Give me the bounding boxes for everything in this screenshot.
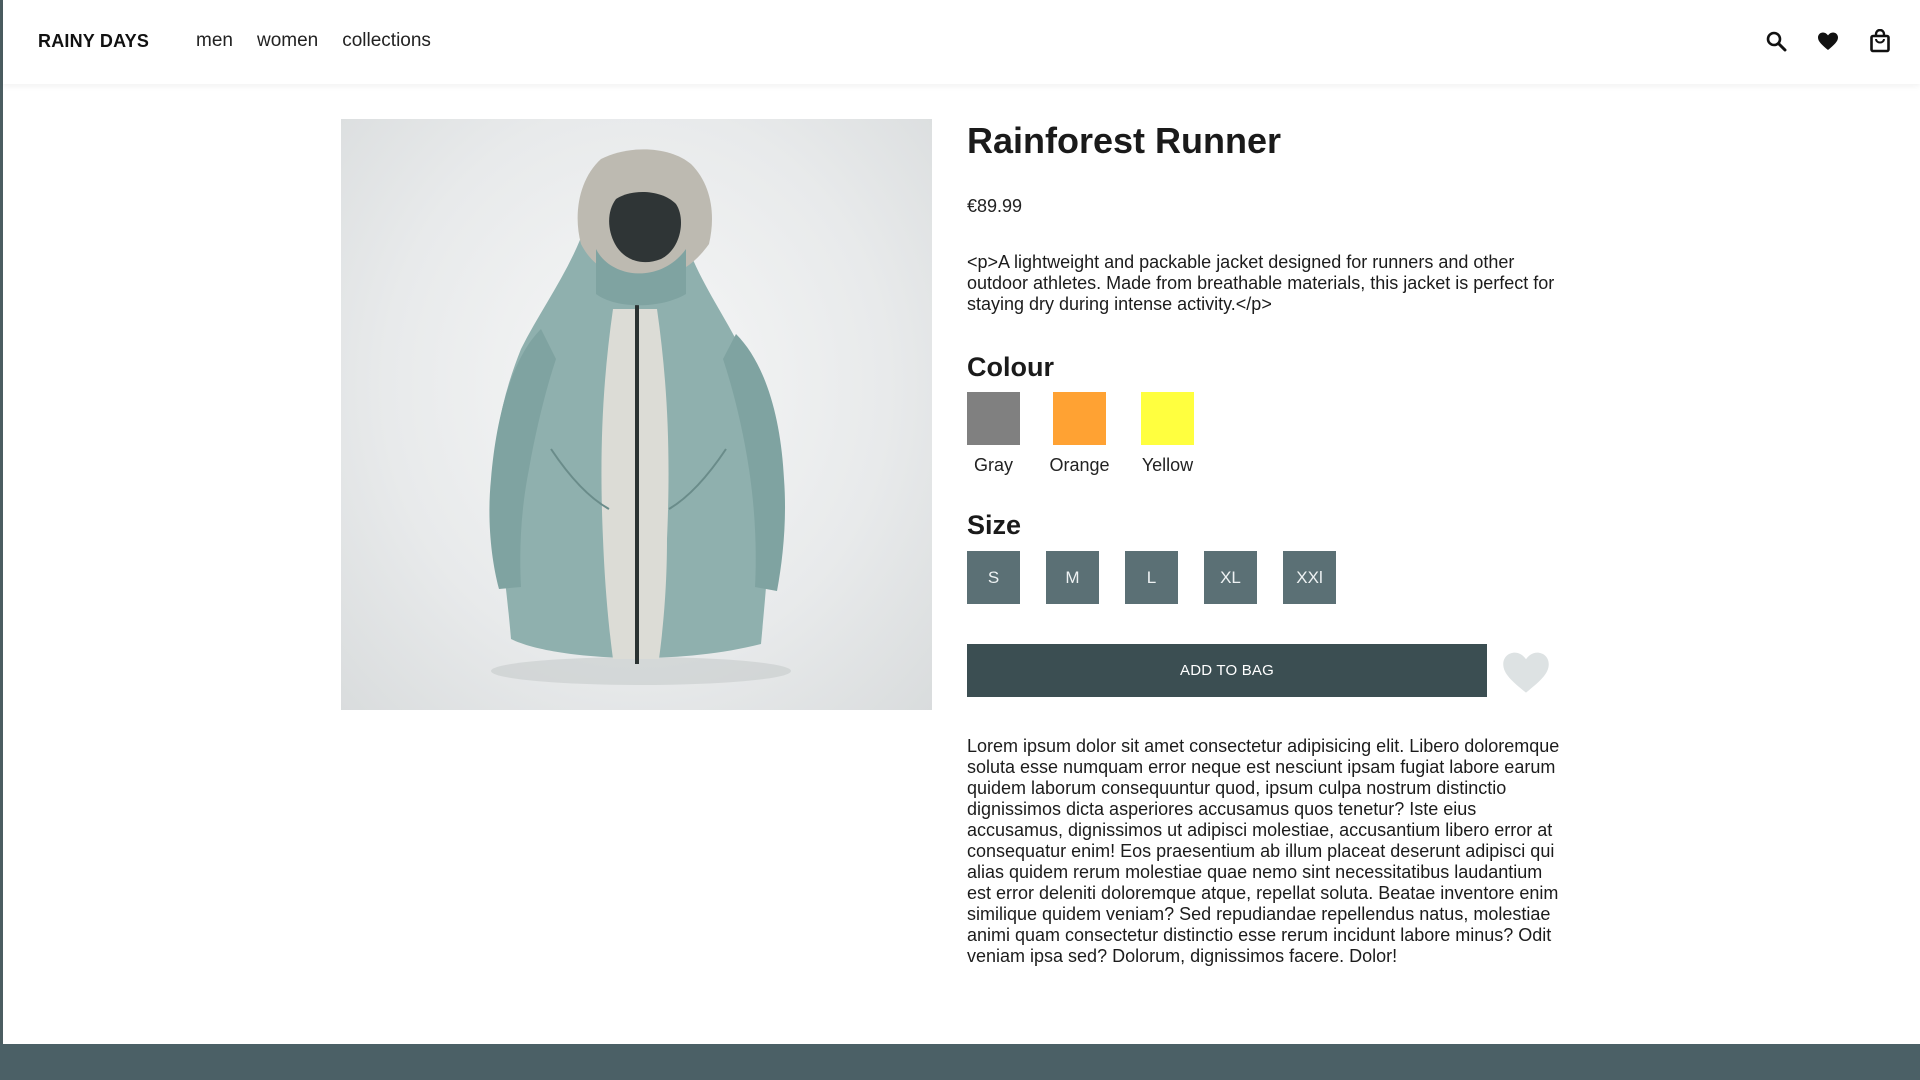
colour-swatches: Gray Orange Yellow xyxy=(967,392,1194,476)
product-title: Rainforest Runner xyxy=(967,120,1282,161)
size-button-s[interactable]: S xyxy=(967,551,1020,604)
colour-name: Orange xyxy=(1049,455,1110,475)
nav-link-collections[interactable]: collections xyxy=(342,30,431,52)
size-heading: Size xyxy=(967,510,1022,540)
main-nav: men women collections xyxy=(196,30,431,52)
shopping-bag-icon[interactable] xyxy=(1866,27,1894,55)
add-to-bag-button[interactable]: ADD TO BAG xyxy=(967,644,1487,697)
colour-chip[interactable] xyxy=(967,392,1020,445)
colour-chip[interactable] xyxy=(1053,392,1106,445)
header-icons xyxy=(1762,27,1894,55)
colour-option-orange[interactable]: Orange xyxy=(1049,392,1110,476)
size-button-m[interactable]: M xyxy=(1046,551,1099,604)
colour-option-yellow[interactable]: Yellow xyxy=(1141,392,1194,476)
colour-name: Yellow xyxy=(1141,455,1194,475)
nav-link-women[interactable]: women xyxy=(257,30,318,52)
heart-outline-icon xyxy=(1503,652,1549,693)
product-long-description: Lorem ipsum dolor sit amet consectetur a… xyxy=(967,736,1560,966)
nav-link-men[interactable]: men xyxy=(196,30,233,52)
size-button-xl[interactable]: XL xyxy=(1204,551,1257,604)
colour-heading: Colour xyxy=(967,352,1054,382)
site-footer xyxy=(0,1044,1920,1080)
size-options: S M L XL XXl xyxy=(967,551,1336,604)
product-details: Rainforest Runner €89.99 <p>A lightweigh… xyxy=(967,118,1567,966)
wishlist-button[interactable] xyxy=(1499,644,1553,698)
product-description: <p>A lightweight and packable jacket des… xyxy=(967,252,1555,314)
brand-logo[interactable]: RAINY DAYS xyxy=(38,31,149,52)
size-button-xxl[interactable]: XXl xyxy=(1283,551,1336,604)
site-header: RAINY DAYS men women collections xyxy=(3,0,1920,84)
colour-name: Gray xyxy=(973,455,1013,475)
colour-chip[interactable] xyxy=(1141,392,1194,445)
window-edge xyxy=(0,0,3,1080)
search-icon[interactable] xyxy=(1762,27,1790,55)
size-button-l[interactable]: L xyxy=(1125,551,1178,604)
jacket-illustration xyxy=(489,149,791,685)
product-image xyxy=(341,119,932,710)
product-price: €89.99 xyxy=(967,196,1023,216)
heart-icon[interactable] xyxy=(1814,27,1842,55)
colour-option-gray[interactable]: Gray xyxy=(967,392,1020,476)
